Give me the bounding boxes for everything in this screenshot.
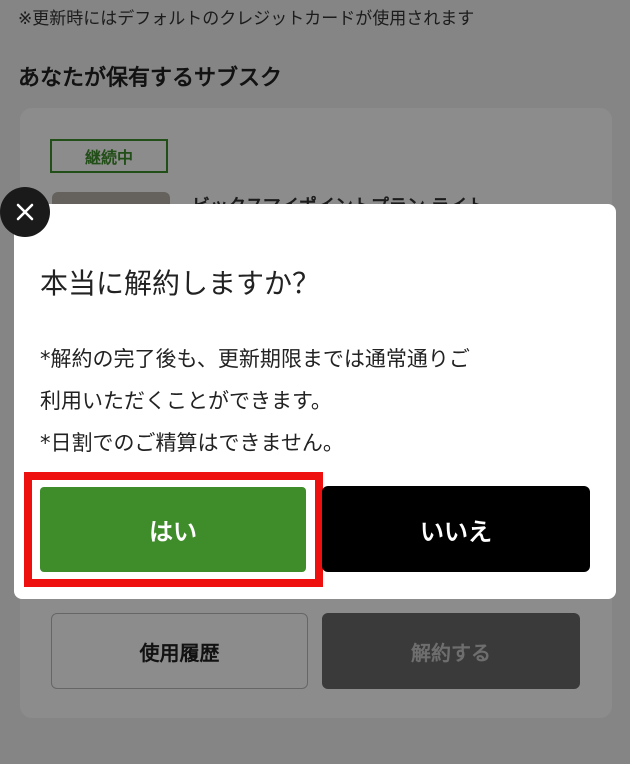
confirm-yes-button[interactable]: はい [40,487,306,572]
confirm-no-button[interactable]: いいえ [322,486,590,572]
close-icon [16,203,34,221]
dialog-message-line: 利用いただくことができます。 [40,389,332,413]
dialog-title: 本当に解約しますか？ [40,267,321,300]
dialog-message-line: *日割でのご精算はできません。 [40,431,344,455]
dialog-message-line: *解約の完了後も、更新期限までは通常通りご [40,347,470,371]
dialog-message: *解約の完了後も、更新期限までは通常通りご 利用いただくことができます。 *日割… [40,338,470,464]
close-button[interactable] [0,187,50,237]
